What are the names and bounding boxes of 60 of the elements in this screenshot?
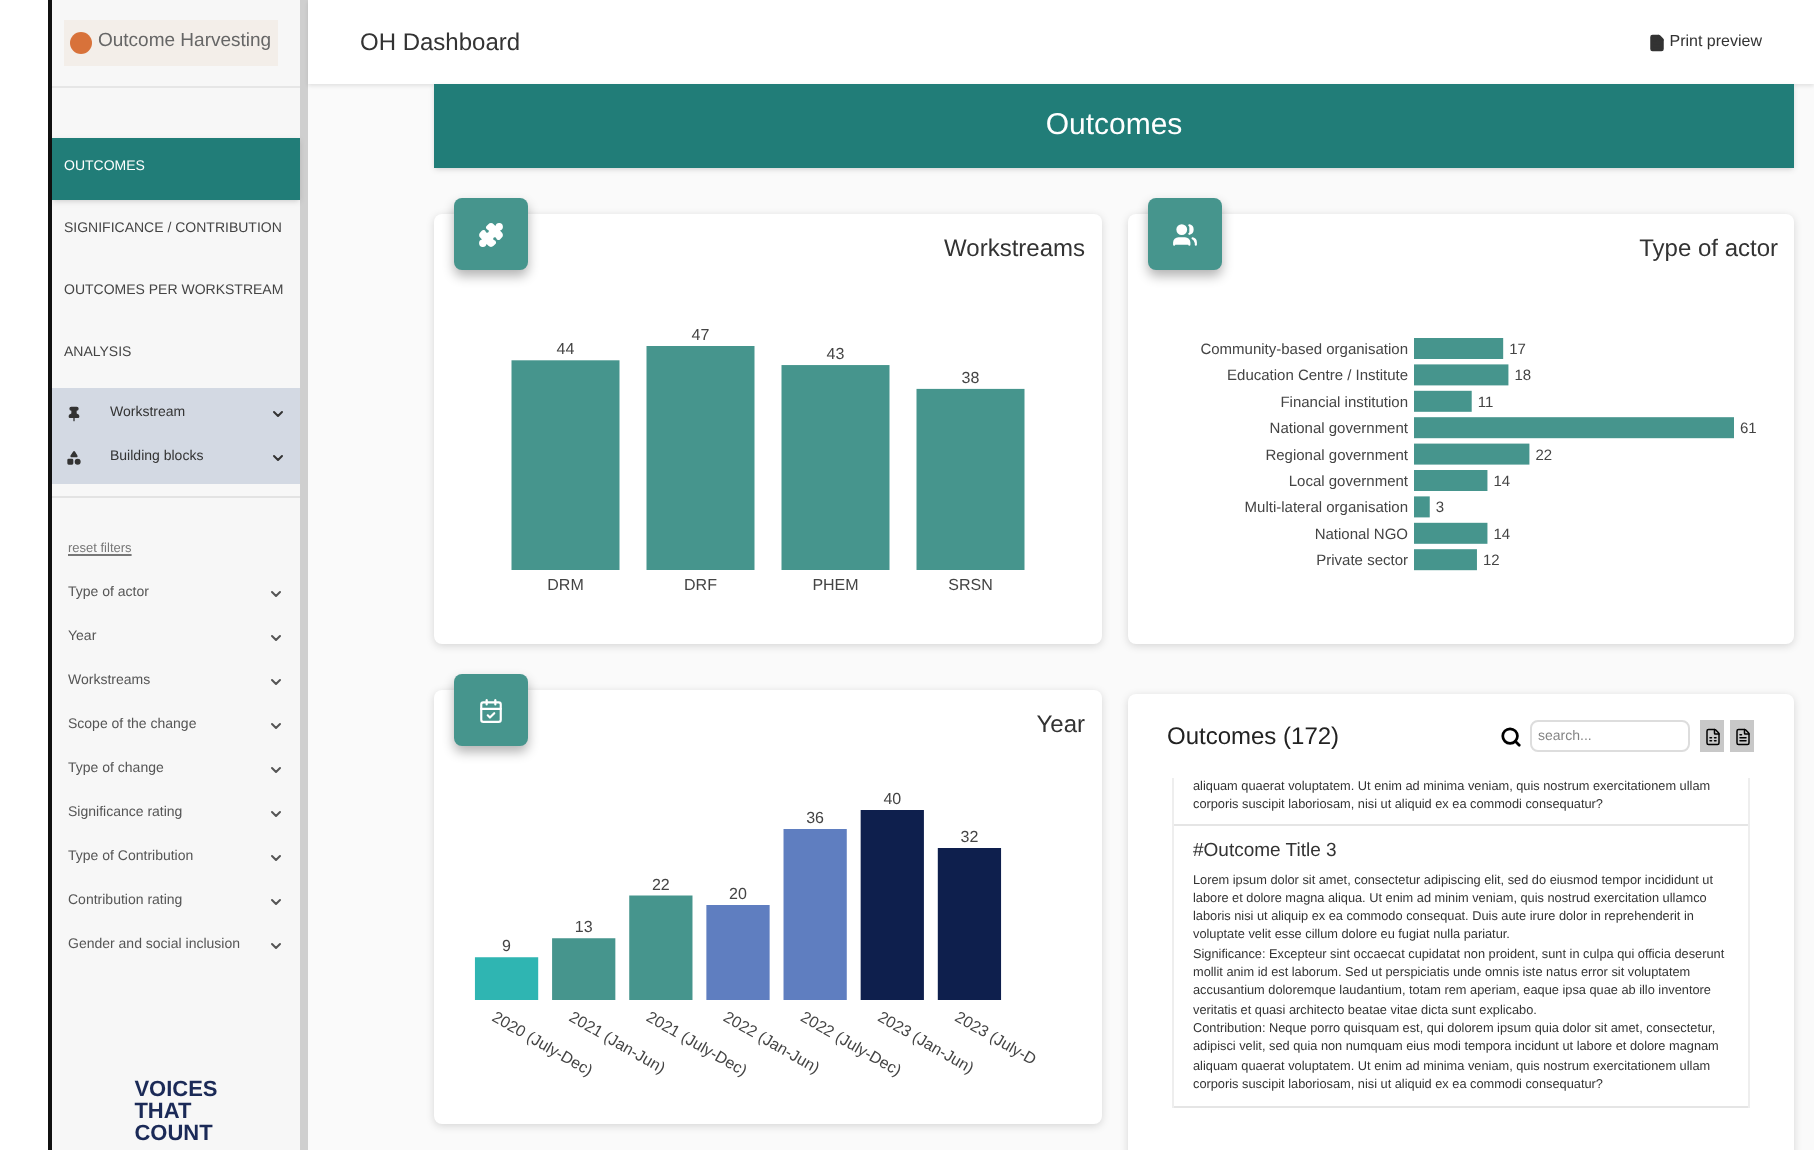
- bar-value: 38: [961, 368, 979, 387]
- chevron-down-icon: [268, 673, 284, 690]
- bar-value: 40: [882, 790, 901, 808]
- bar: [628, 895, 692, 1000]
- brand-icon: [70, 32, 92, 54]
- document-icon: [1647, 33, 1666, 51]
- users-icon: [1171, 221, 1197, 247]
- chevron-down-icon: [268, 761, 284, 778]
- chevron-down-icon: [268, 849, 284, 866]
- chevron-down-icon: [268, 805, 284, 822]
- puzzle-icon: [478, 221, 504, 247]
- bar: [1414, 364, 1509, 386]
- voices-logo: VOICES THAT COUNT: [134, 1080, 218, 1146]
- pin-icon: [66, 406, 82, 422]
- bar-value: 13: [574, 918, 593, 937]
- bar-value: 36: [805, 809, 824, 827]
- bar-value: 44: [556, 340, 574, 359]
- axis-label: DRM: [546, 576, 584, 594]
- print-preview-button[interactable]: Print preview: [1647, 30, 1762, 54]
- spreadsheet-export-button[interactable]: [1700, 720, 1724, 752]
- chevron-down-icon: [268, 629, 284, 646]
- chevron-down-icon: [268, 717, 284, 734]
- card-title: Year: [1036, 708, 1085, 742]
- page-title: OH Dashboard: [360, 26, 523, 60]
- bar-value: 47: [691, 326, 709, 344]
- card-title: Type of actor: [1639, 232, 1778, 266]
- axis-label: PHEM: [811, 576, 859, 594]
- bar-value: 20: [728, 885, 747, 903]
- chevron-down-icon: [268, 585, 284, 602]
- bar-value: 32: [960, 828, 978, 846]
- document-icon: [1733, 727, 1751, 745]
- axis-label: DRF: [683, 576, 717, 594]
- chevron-down-icon: [268, 893, 284, 910]
- bar: [705, 905, 770, 1000]
- bar: [1414, 338, 1504, 359]
- document-export-button[interactable]: [1730, 720, 1754, 752]
- chevron-down-icon: [270, 450, 286, 466]
- bar-value: 43: [826, 345, 844, 364]
- brand-logo[interactable]: Outcome Harvesting: [64, 20, 278, 66]
- outcomes-title: Outcomes (172): [1167, 720, 1342, 754]
- outcome-title: #Outcome Title 3: [1193, 837, 1339, 866]
- shapes-icon: [66, 450, 82, 466]
- bar: [1414, 390, 1473, 412]
- chevron-down-icon: [270, 406, 286, 422]
- chevron-down-icon: [268, 937, 284, 954]
- section-banner: Outcomes: [434, 84, 1794, 168]
- bar-value: 9: [501, 937, 511, 956]
- bar: [1414, 549, 1478, 571]
- bar: [1414, 496, 1431, 518]
- bar: [551, 938, 615, 1000]
- search-icon: [1500, 725, 1522, 747]
- spreadsheet-icon: [1703, 727, 1721, 745]
- bar: [1414, 470, 1488, 491]
- axis-label: SRSN: [947, 576, 993, 594]
- calendar-check-icon: [478, 697, 504, 723]
- bar: [474, 957, 538, 1000]
- bar-value: 22: [651, 875, 670, 894]
- card-title: Workstreams: [944, 232, 1085, 266]
- bar: [1414, 443, 1530, 465]
- bar: [1414, 522, 1488, 544]
